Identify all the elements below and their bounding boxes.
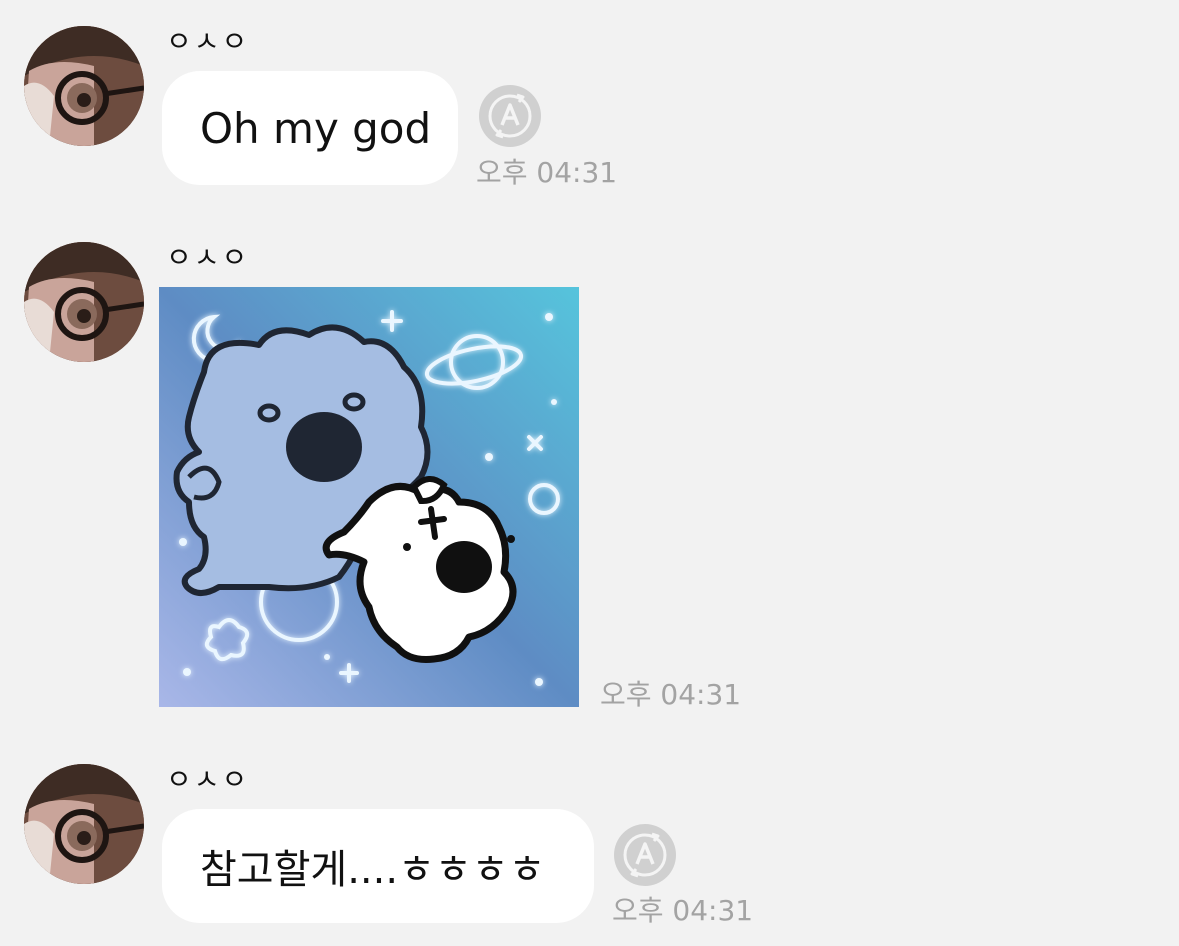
message-row: ㅇㅅㅇ 오후 04:31: [0, 220, 1179, 720]
timestamp: 오후 04:31: [476, 156, 618, 189]
timestamp: 오후 04:31: [612, 894, 754, 927]
sticker-image[interactable]: [159, 287, 579, 707]
timestamp: 오후 04:31: [600, 678, 742, 711]
message-row: ㅇㅅㅇ Oh my god 오후 04:31: [0, 0, 1179, 200]
avatar[interactable]: [24, 242, 144, 362]
avatar[interactable]: [24, 764, 144, 884]
avatar[interactable]: [24, 26, 144, 146]
translate-a-icon[interactable]: [612, 822, 678, 888]
message-row: ㅇㅅㅇ 참고할게....ㅎㅎㅎㅎ 오후 04:31: [0, 740, 1179, 946]
sender-name: ㅇㅅㅇ: [166, 763, 250, 796]
translate-a-icon[interactable]: [477, 83, 543, 149]
message-bubble[interactable]: 참고할게....ㅎㅎㅎㅎ: [162, 809, 594, 923]
sender-name: ㅇㅅㅇ: [166, 241, 250, 274]
sender-name: ㅇㅅㅇ: [166, 25, 250, 58]
message-bubble[interactable]: Oh my god: [162, 71, 458, 185]
